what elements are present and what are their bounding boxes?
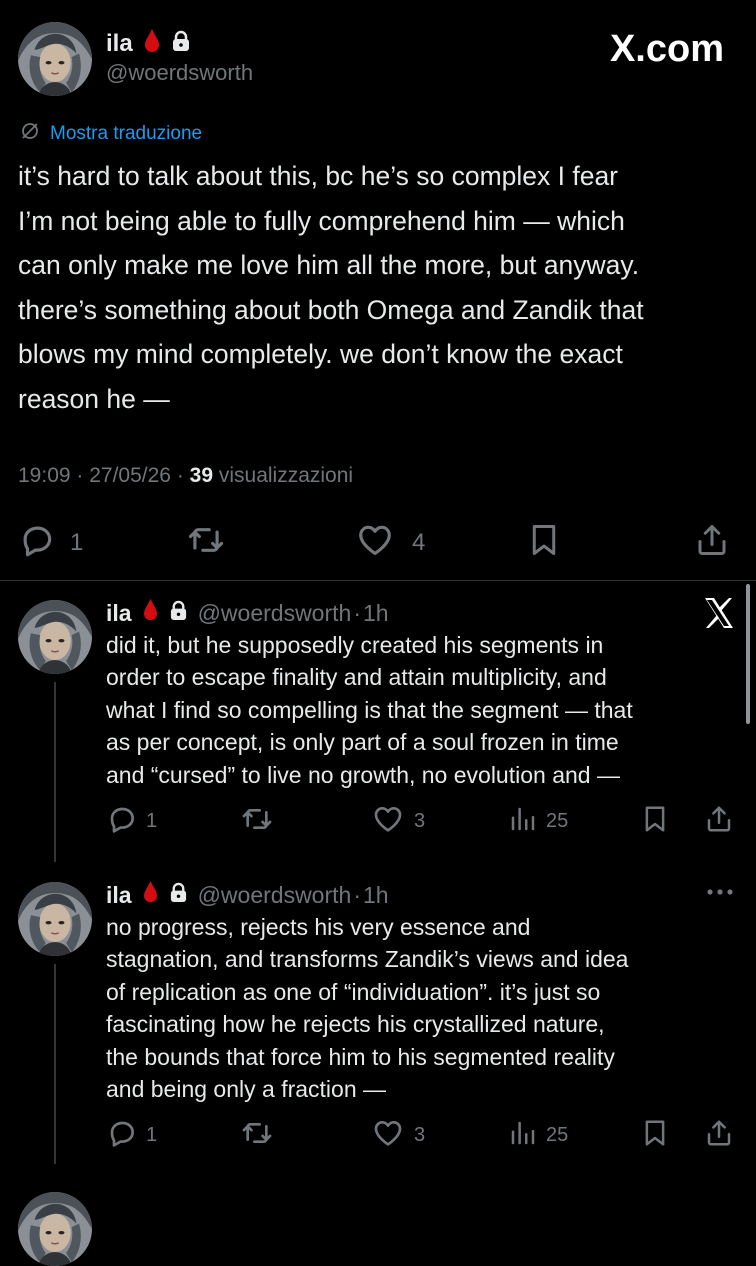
post-time[interactable]: 19:09: [18, 464, 71, 487]
lock-icon: [169, 600, 188, 627]
reply-icon: [106, 1117, 138, 1154]
share-button[interactable]: [704, 803, 734, 840]
views-count: 25: [546, 1124, 569, 1146]
display-name[interactable]: ila: [106, 30, 133, 58]
bookmark-button[interactable]: [640, 1117, 670, 1154]
share-icon: [694, 521, 730, 564]
views-icon: [508, 1117, 538, 1154]
handle[interactable]: @woerdsworth: [106, 60, 253, 86]
views-icon: [508, 803, 538, 840]
post-date[interactable]: 27/05/26: [89, 464, 171, 487]
retweet-button[interactable]: [240, 1117, 274, 1154]
lock-icon: [171, 30, 191, 57]
heart-icon: [372, 803, 404, 840]
heart-icon: [372, 1117, 404, 1154]
scrollbar[interactable]: [746, 584, 750, 724]
blood-drop-icon: [143, 28, 161, 59]
bookmark-icon: [526, 521, 562, 564]
translate-label: Mostra traduzione: [50, 123, 203, 144]
views-button[interactable]: 25: [508, 803, 568, 840]
share-button[interactable]: [694, 521, 730, 564]
divider: [0, 580, 756, 581]
bookmark-button[interactable]: [640, 803, 670, 840]
post-meta: 19:09 · 27/05/26 · 39 visualizzazioni: [18, 464, 354, 487]
reply-count: 1: [146, 810, 158, 832]
reply-button[interactable]: 1: [106, 803, 157, 840]
avatar[interactable]: [18, 1192, 92, 1266]
reply-text: no progress, rejects his very essence an…: [106, 914, 629, 1103]
bookmark-icon: [640, 803, 670, 840]
blood-drop-icon: [142, 598, 159, 628]
display-name[interactable]: ila: [106, 882, 132, 909]
retweet-button[interactable]: [240, 803, 274, 840]
author-row: ila: [106, 28, 191, 59]
like-count: 4: [412, 528, 426, 556]
lock-icon: [169, 882, 188, 909]
handle[interactable]: @woerdsworth: [198, 600, 352, 627]
like-count: 3: [414, 1124, 426, 1146]
heart-icon: [356, 521, 394, 564]
retweet-icon: [240, 803, 274, 840]
reply-button[interactable]: 1: [18, 521, 83, 564]
avatar[interactable]: [18, 882, 92, 956]
views-count: 39: [189, 464, 214, 487]
post-text: it’s hard to talk about this, bc he’s so…: [18, 161, 644, 414]
reply-count: 1: [70, 528, 84, 556]
more-icon[interactable]: [706, 884, 734, 902]
share-icon: [704, 1117, 734, 1154]
reply-header: ila @woerdsworth · 1h: [106, 598, 389, 628]
reply-icon: [18, 521, 56, 564]
like-button[interactable]: 3: [372, 1117, 425, 1154]
like-button[interactable]: 3: [372, 803, 425, 840]
avatar[interactable]: [18, 600, 92, 674]
reply-header: ila @woerdsworth · 1h: [106, 880, 389, 910]
translate-icon: [20, 121, 40, 147]
share-button[interactable]: [704, 1117, 734, 1154]
post-age: 1h: [362, 599, 389, 626]
share-icon: [704, 803, 734, 840]
reply-count: 1: [146, 1124, 158, 1146]
retweet-icon: [186, 521, 226, 564]
reply-icon: [106, 803, 138, 840]
retweet-icon: [240, 1117, 274, 1154]
reply-button[interactable]: 1: [106, 1117, 157, 1154]
brand-watermark: X.com: [609, 28, 724, 70]
like-count: 3: [414, 810, 426, 832]
bookmark-button[interactable]: [526, 521, 562, 564]
display-name[interactable]: ila: [106, 600, 132, 627]
thread-line: [54, 682, 56, 862]
like-button[interactable]: 4: [356, 521, 425, 564]
blood-drop-icon: [142, 880, 159, 910]
translate-link[interactable]: Mostra traduzione: [20, 121, 202, 147]
thread-line: [54, 964, 56, 1164]
views-button[interactable]: 25: [508, 1117, 568, 1154]
views-count: 25: [546, 810, 569, 832]
bookmark-icon: [640, 1117, 670, 1154]
retweet-button[interactable]: [186, 521, 226, 564]
avatar[interactable]: [18, 22, 92, 96]
post-age: 1h: [362, 881, 389, 908]
views-label: visualizzazioni: [218, 464, 354, 487]
handle[interactable]: @woerdsworth: [198, 882, 352, 909]
reply-text: did it, but he supposedly created his se…: [106, 632, 633, 788]
